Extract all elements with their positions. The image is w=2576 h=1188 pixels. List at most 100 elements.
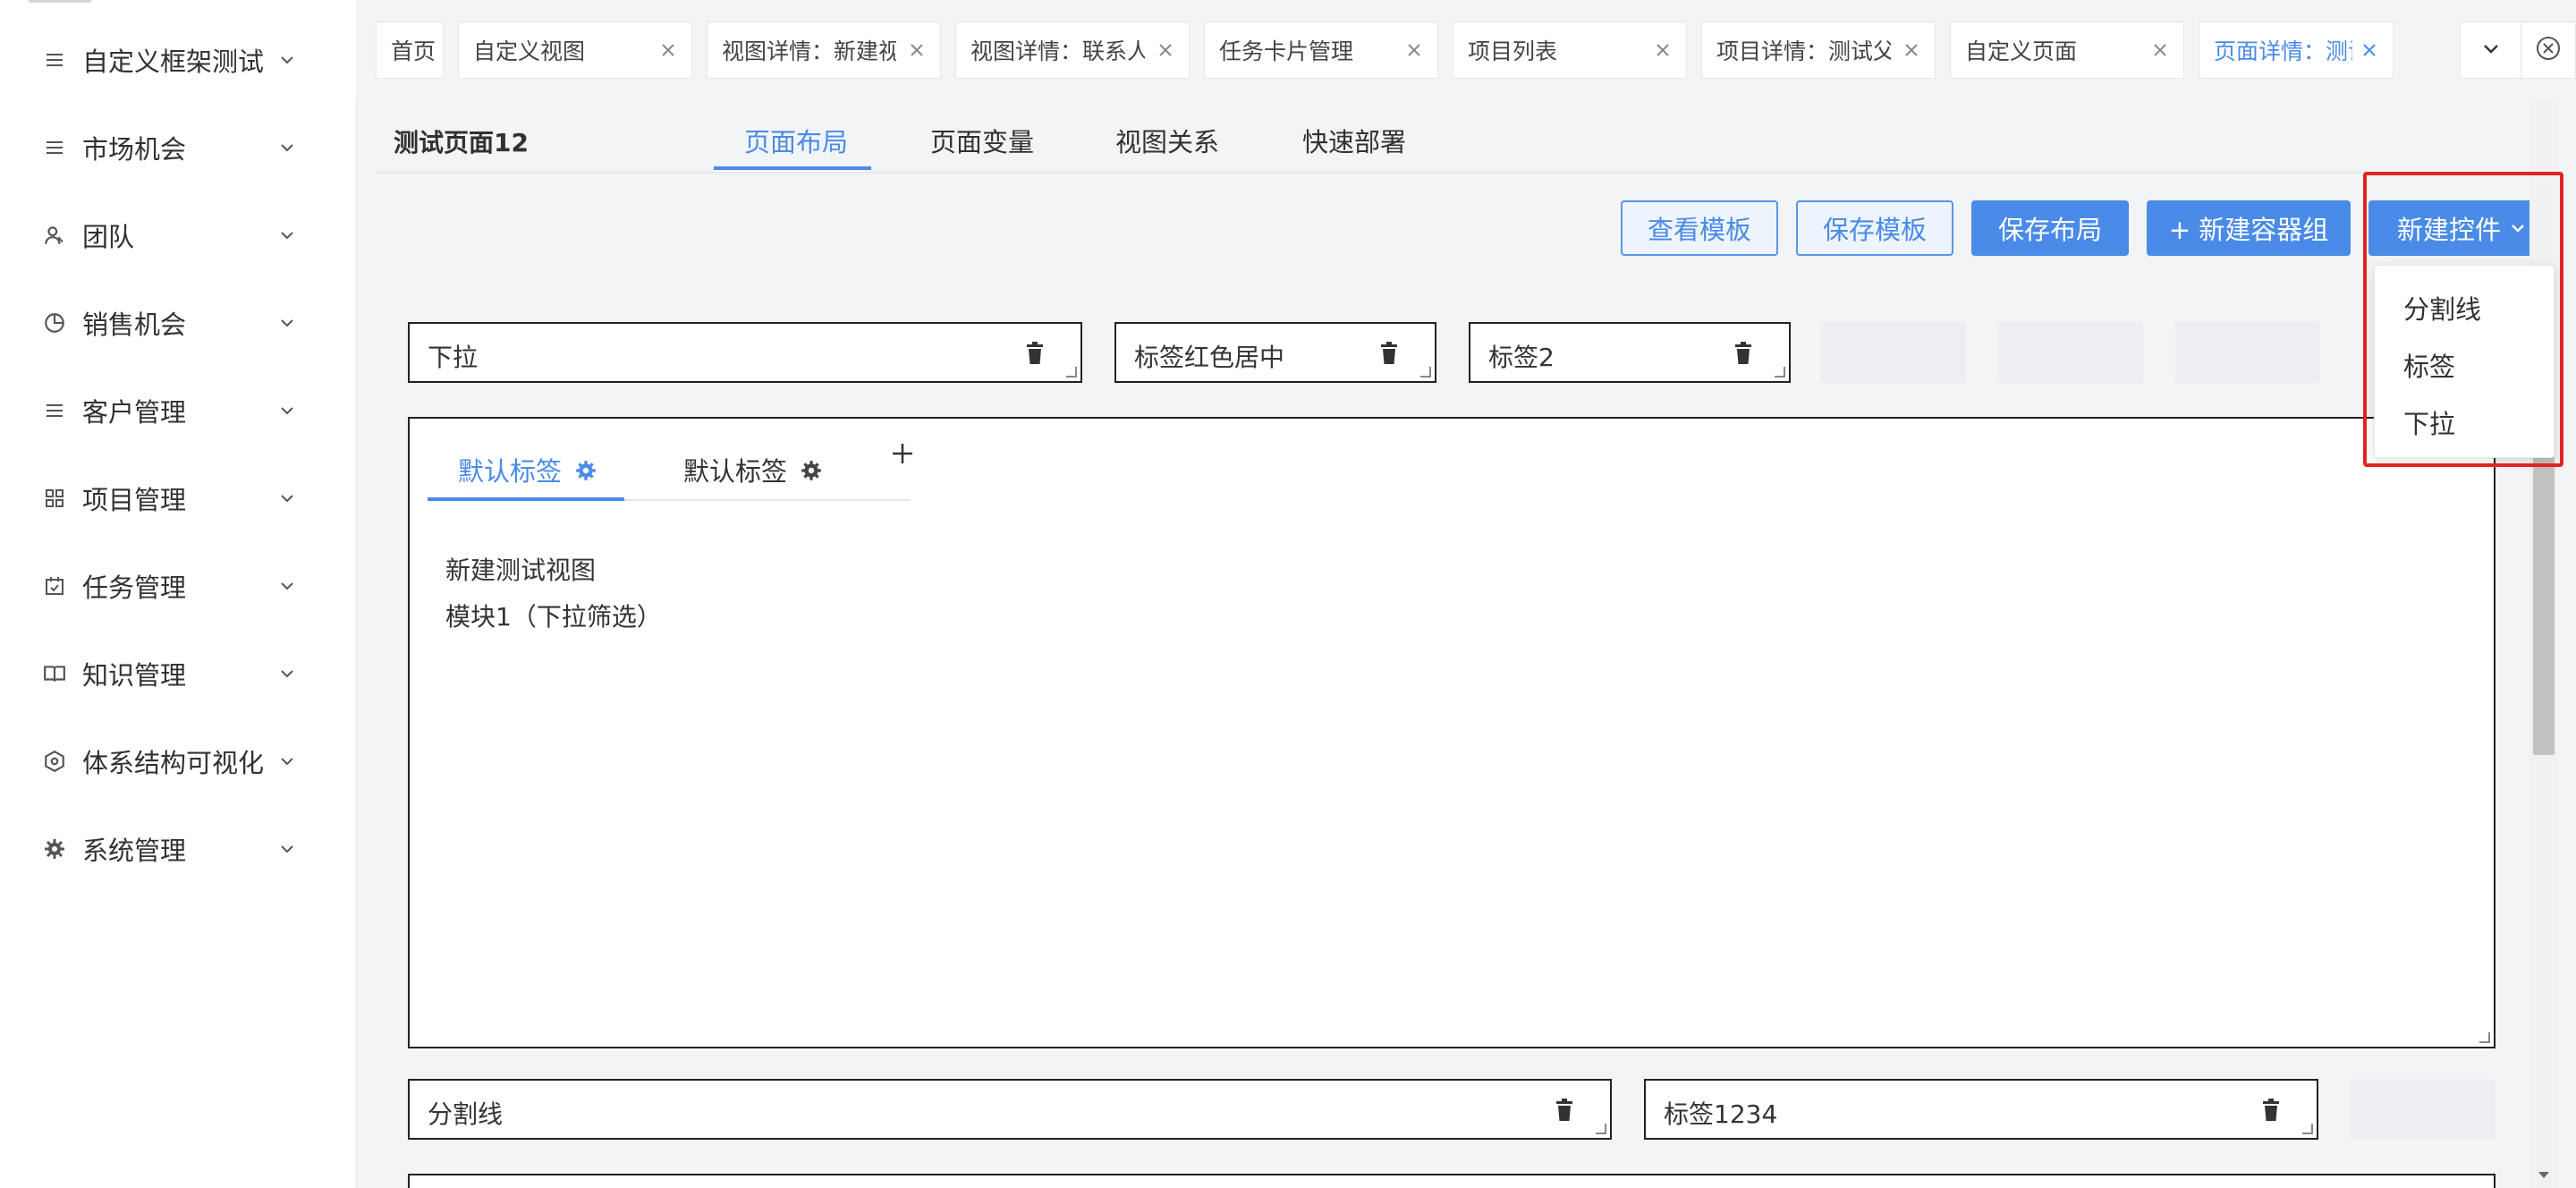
chevron-down-icon[interactable]: [275, 311, 299, 335]
trash-icon[interactable]: [2261, 1099, 2283, 1124]
container-tab-default-1[interactable]: 默认标签: [458, 451, 597, 488]
trash-icon[interactable]: [1555, 1099, 1576, 1124]
tab-quick-deploy[interactable]: 快速部署: [1302, 122, 1406, 159]
close-icon[interactable]: [1403, 39, 1425, 61]
tab-label: 自定义视图: [473, 38, 586, 64]
team-icon: [41, 222, 68, 249]
tab-view-detail-new[interactable]: 视图详情：新建视: [707, 21, 941, 79]
tab-custom-page[interactable]: 自定义页面: [1950, 21, 2184, 79]
sidebar-item-market-opportunity[interactable]: 市场机会: [0, 121, 356, 174]
sidebar: 自定义框架测试 市场机会 团队 销售机会 客户管理 项目管理 任务管理 知识管理: [0, 0, 357, 1188]
tab-project-list[interactable]: 项目列表: [1453, 21, 1687, 79]
close-icon[interactable]: [1155, 39, 1176, 61]
control-label: 下拉: [428, 343, 479, 372]
save-layout-button[interactable]: 保存布局: [1971, 200, 2129, 256]
close-icon[interactable]: [1652, 39, 1674, 61]
scroll-down-arrow-icon[interactable]: [2537, 1168, 2551, 1183]
sidebar-item-architecture-visualization[interactable]: 体系结构可视化: [0, 734, 356, 788]
new-container-group-button[interactable]: + 新建容器组: [2147, 200, 2351, 256]
control-dropdown[interactable]: 下拉: [408, 322, 1082, 383]
empty-slot[interactable]: [2175, 322, 2320, 383]
view-template-button[interactable]: 查看模板: [1621, 200, 1778, 256]
tab-project-detail[interactable]: 项目详情：测试父: [1701, 21, 1936, 79]
menu-item-dropdown[interactable]: 下拉: [2403, 403, 2455, 441]
tab-view-detail-contacts[interactable]: 视图详情：联系人: [955, 21, 1190, 79]
container-group-next[interactable]: [408, 1174, 2496, 1188]
sidebar-item-label: 知识管理: [82, 660, 187, 691]
vertical-scrollbar[interactable]: [2529, 100, 2558, 1188]
menu-item-divider[interactable]: 分割线: [2403, 289, 2481, 327]
trash-icon[interactable]: [1025, 342, 1046, 367]
container-group[interactable]: 默认标签 默认标签 新建测试视图 模块1（下拉筛选）: [408, 417, 2496, 1048]
resize-handle[interactable]: [1420, 367, 1431, 378]
menu-lines-icon: [41, 397, 68, 424]
close-icon[interactable]: [2149, 39, 2171, 61]
tab-page-detail[interactable]: 页面详情：测试页: [2199, 21, 2394, 79]
sidebar-item-label: 自定义框架测试: [82, 47, 265, 77]
chevron-down-icon[interactable]: [275, 48, 299, 72]
sidebar-item-project-management[interactable]: 项目管理: [0, 471, 356, 525]
chevron-down-icon[interactable]: [275, 224, 299, 247]
trash-icon[interactable]: [1379, 342, 1401, 367]
control-label-red-center[interactable]: 标签红色居中: [1114, 322, 1436, 383]
empty-slot[interactable]: [1821, 322, 1966, 383]
add-tab-icon[interactable]: [889, 440, 916, 467]
tab-label: 视图详情：联系人: [970, 38, 1145, 64]
pie-chart-icon: [41, 310, 68, 336]
tab-page-layout[interactable]: 页面布局: [744, 122, 848, 159]
resize-handle[interactable]: [1596, 1124, 1606, 1134]
close-icon[interactable]: [657, 39, 679, 61]
sidebar-item-customer-management[interactable]: 客户管理: [0, 384, 356, 437]
resize-handle[interactable]: [1775, 367, 1785, 378]
resize-handle[interactable]: [2479, 1032, 2490, 1043]
chevron-down-icon[interactable]: [275, 574, 299, 598]
tab-task-card-management[interactable]: 任务卡片管理: [1204, 21, 1438, 79]
sidebar-item-custom-framework-test[interactable]: 自定义框架测试: [0, 33, 356, 87]
container-tab-label: 默认标签: [458, 456, 563, 487]
empty-slot[interactable]: [1998, 322, 2143, 383]
active-tab-indicator: [714, 166, 871, 170]
resize-handle[interactable]: [2302, 1124, 2313, 1134]
tab-label: 项目列表: [1468, 38, 1558, 64]
chevron-down-icon[interactable]: [275, 487, 299, 510]
chevron-down-icon[interactable]: [275, 136, 299, 159]
chevron-down-icon[interactable]: [275, 750, 299, 773]
close-all-tabs-button[interactable]: [2521, 21, 2576, 79]
control-label: 标签1234: [1664, 1099, 1778, 1129]
save-template-button[interactable]: 保存模板: [1796, 200, 1953, 256]
chevron-down-icon[interactable]: [275, 399, 299, 422]
grid-icon: [41, 485, 68, 512]
control-label-2[interactable]: 标签2: [1469, 322, 1791, 383]
chevron-down-icon[interactable]: [275, 837, 299, 861]
sidebar-item-system-management[interactable]: 系统管理: [0, 822, 356, 876]
tab-page-variables[interactable]: 页面变量: [930, 122, 1034, 159]
container-tab-default-2[interactable]: 默认标签: [683, 451, 823, 488]
sidebar-item-task-management[interactable]: 任务管理: [0, 559, 356, 613]
container-tab-label: 默认标签: [683, 456, 788, 487]
tab-list-dropdown-button[interactable]: [2460, 21, 2522, 79]
tab-label: 首页: [391, 38, 436, 64]
tab-home[interactable]: 首页: [376, 21, 444, 79]
empty-slot[interactable]: [2351, 1079, 2496, 1140]
circle-close-icon: [2535, 35, 2562, 65]
tab-bar: 首页 自定义视图 视图详情：新建视 视图详情：联系人 任务卡片管理 项目列表 项…: [356, 0, 2576, 100]
sidebar-item-team[interactable]: 团队: [0, 208, 356, 262]
tab-view-relations[interactable]: 视图关系: [1115, 122, 1219, 159]
tab-custom-view[interactable]: 自定义视图: [458, 21, 692, 79]
gear-icon[interactable]: [574, 458, 597, 481]
close-icon[interactable]: [1901, 39, 1922, 61]
gear-icon[interactable]: [800, 458, 823, 481]
control-divider[interactable]: 分割线: [408, 1079, 1612, 1140]
control-label-1234[interactable]: 标签1234: [1644, 1079, 2318, 1140]
menu-item-label[interactable]: 标签: [2403, 346, 2455, 384]
resize-handle[interactable]: [1066, 367, 1077, 378]
sidebar-item-knowledge-management[interactable]: 知识管理: [0, 647, 356, 700]
control-label: 标签红色居中: [1134, 343, 1285, 372]
book-icon: [41, 660, 68, 687]
menu-lines-icon: [41, 47, 68, 73]
close-icon[interactable]: [906, 39, 928, 61]
chevron-down-icon[interactable]: [275, 662, 299, 685]
trash-icon[interactable]: [1733, 342, 1755, 367]
sidebar-item-sales-opportunity[interactable]: 销售机会: [0, 296, 356, 350]
close-icon[interactable]: [2359, 39, 2380, 61]
